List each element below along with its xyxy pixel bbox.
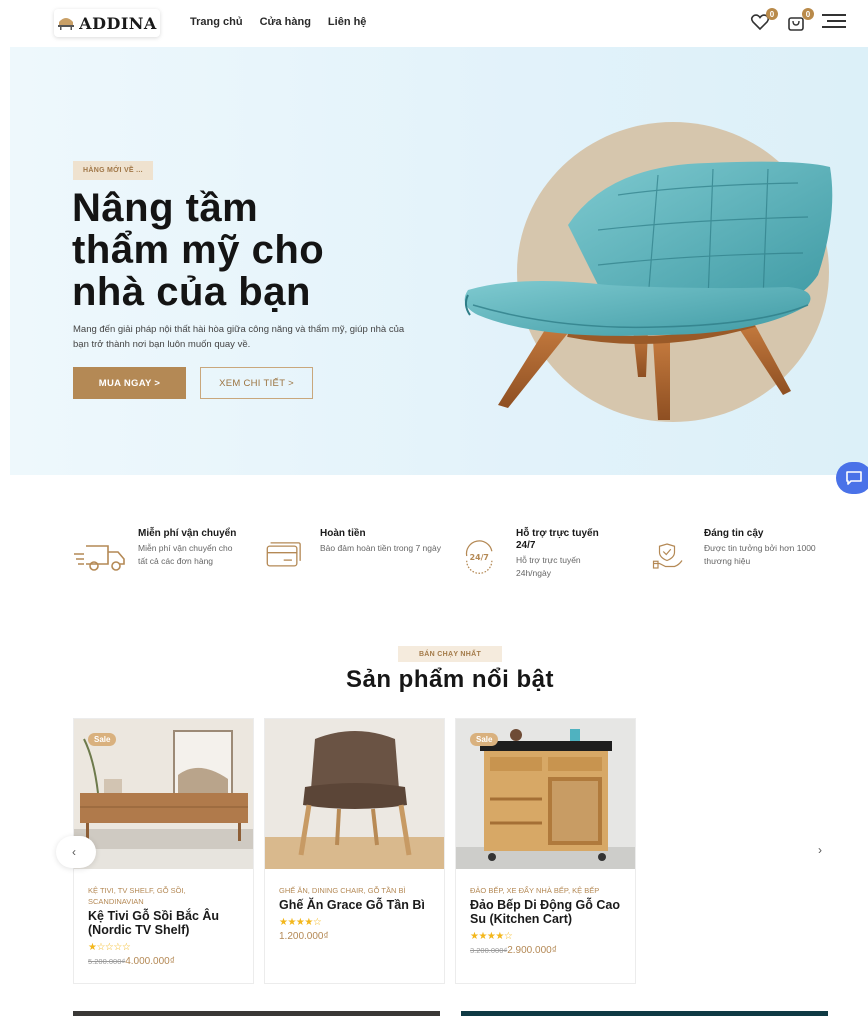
product-name[interactable]: Đảo Bếp Di Động Gỗ Cao Su (Kitchen Cart) bbox=[470, 898, 621, 926]
carousel-prev-button[interactable]: ‹ bbox=[56, 836, 96, 868]
current-price: 1.200.000₫ bbox=[279, 931, 329, 942]
carousel-next-button[interactable]: › bbox=[818, 843, 822, 857]
rating-stars: ★★★★☆ bbox=[470, 931, 513, 942]
hamburger-menu-icon[interactable] bbox=[822, 12, 846, 30]
hero-banner: HÀNG MỚI VỀ ... Nâng tầm thẩm mỹ cho nhà… bbox=[10, 47, 868, 475]
cart-button[interactable]: 0 bbox=[786, 8, 814, 32]
feature-trusted: Đáng tin cậy Được tin tưởng bởi hơn 1000… bbox=[652, 528, 824, 576]
support-24-7-icon: 24/7 bbox=[465, 540, 493, 574]
product-category[interactable]: GHẾ ĂN, DINING CHAIR, GỖ TẦN BÌ bbox=[279, 885, 430, 896]
header-actions: 0 0 bbox=[750, 8, 846, 32]
feature-desc: Được tin tưởng bởi hơn 1000 thương hiệu bbox=[704, 543, 816, 566]
old-price: 3.200.000₫ bbox=[470, 946, 508, 955]
chat-button[interactable] bbox=[836, 462, 868, 494]
nav-shop[interactable]: Cửa hàng bbox=[260, 16, 311, 28]
chat-bubble-icon bbox=[846, 471, 862, 485]
site-header: ADDINA Trang chủ Cửa hàng Liên hệ 0 0 bbox=[0, 0, 868, 46]
feature-title: Hỗ trợ trực tuyến 24/7 bbox=[516, 528, 599, 551]
feature-free-shipping: Miễn phí vận chuyển Miễn phí vận chuyển … bbox=[72, 528, 238, 576]
hero-title-line: thẩm mỹ cho bbox=[72, 228, 325, 272]
product-name[interactable]: Ghế Ăn Grace Gỗ Tần Bì bbox=[279, 898, 430, 912]
product-card[interactable]: Sale ĐẢO BẾP, XE ĐẨY NHÀ BẾP, KỆ BẾP Đảo… bbox=[455, 718, 636, 984]
sale-badge: Sale bbox=[88, 733, 117, 746]
trust-hand-shield-icon bbox=[652, 543, 683, 569]
delivery-truck-icon bbox=[74, 545, 125, 571]
main-nav: Trang chủ Cửa hàng Liên hệ bbox=[190, 16, 366, 28]
sale-badge: Sale bbox=[470, 733, 499, 746]
current-price: 2.900.000₫ bbox=[507, 945, 557, 956]
promo-banner-left[interactable] bbox=[73, 1011, 440, 1016]
armchair-image bbox=[464, 161, 833, 420]
wishlist-button[interactable]: 0 bbox=[750, 8, 778, 32]
product-image[interactable]: Sale bbox=[456, 719, 635, 869]
armchair-logo-icon bbox=[58, 18, 75, 30]
old-price: 5.200.000₫ bbox=[88, 957, 126, 966]
product-name[interactable]: Kệ Tivi Gỗ Sồi Bắc Âu (Nordic TV Shelf) bbox=[88, 909, 239, 937]
dining-chair-image bbox=[265, 719, 444, 869]
feature-support: 24/7 Hỗ trợ trực tuyến 24/7 Hỗ trợ trực … bbox=[462, 528, 616, 580]
shop-now-button[interactable]: MUA NGAY > bbox=[73, 367, 186, 399]
hero-title-line: Nâng tầm bbox=[72, 186, 259, 230]
chevron-left-icon: ‹ bbox=[72, 845, 76, 859]
site-logo[interactable]: ADDINA bbox=[54, 9, 160, 37]
product-price: 5.200.000₫4.000.000₫ bbox=[88, 956, 239, 967]
promo-banner-right[interactable] bbox=[461, 1011, 828, 1016]
hero-description: Mang đến giải pháp nội thất hài hòa giữa… bbox=[73, 324, 405, 350]
rating-stars: ★☆☆☆☆ bbox=[88, 942, 131, 953]
wishlist-count-badge: 0 bbox=[766, 8, 778, 20]
nav-home[interactable]: Trang chủ bbox=[190, 16, 243, 28]
feature-desc: Hỗ trợ trực tuyến 24h/ngày bbox=[516, 555, 581, 578]
section-title: Sản phẩm nổi bật bbox=[345, 666, 554, 693]
support-icon-text: 24/7 bbox=[470, 553, 489, 562]
product-card[interactable]: GHẾ ĂN, DINING CHAIR, GỖ TẦN BÌ Ghế Ăn G… bbox=[264, 718, 445, 984]
product-category[interactable]: ĐẢO BẾP, XE ĐẨY NHÀ BẾP, KỆ BẾP bbox=[470, 885, 621, 896]
cart-count-badge: 0 bbox=[802, 8, 814, 20]
feature-title: Miễn phí vận chuyển bbox=[138, 528, 237, 539]
product-price: 3.200.000₫2.900.000₫ bbox=[470, 945, 621, 956]
feature-title: Hoàn tiền bbox=[320, 528, 366, 539]
feature-desc: Bảo đảm hoàn tiền trong 7 ngày bbox=[320, 543, 441, 553]
product-image[interactable]: Sale bbox=[74, 719, 253, 869]
feature-title: Đáng tin cậy bbox=[704, 528, 764, 539]
nav-contact[interactable]: Liên hệ bbox=[328, 16, 367, 28]
feature-refund: Hoàn tiền Bảo đảm hoàn tiền trong 7 ngày bbox=[264, 528, 442, 576]
view-details-button[interactable]: XEM CHI TIẾT > bbox=[200, 367, 313, 399]
hero-title-line: nhà của bạn bbox=[72, 270, 311, 314]
product-card[interactable]: Sale KỆ TIVI, TV SHELF, GỖ SỒI, SCANDINA… bbox=[73, 718, 254, 984]
section-tag: BÁN CHẠY NHẤT bbox=[398, 646, 502, 662]
hero-tag: HÀNG MỚI VỀ ... bbox=[73, 161, 153, 180]
rating-stars: ★★★★☆ bbox=[279, 917, 322, 928]
credit-card-icon bbox=[266, 542, 301, 567]
product-category[interactable]: KỆ TIVI, TV SHELF, GỖ SỒI, SCANDINAVIAN bbox=[88, 885, 239, 907]
current-price: 4.000.000₫ bbox=[125, 956, 175, 967]
logo-text: ADDINA bbox=[79, 13, 157, 33]
product-image[interactable] bbox=[265, 719, 444, 869]
chevron-right-icon: › bbox=[818, 843, 822, 857]
hero-title: Nâng tầm thẩm mỹ cho nhà của bạn bbox=[72, 187, 452, 313]
feature-desc: Miễn phí vận chuyển cho tất cả các đơn h… bbox=[138, 543, 233, 566]
product-price: 1.200.000₫ bbox=[279, 931, 430, 942]
